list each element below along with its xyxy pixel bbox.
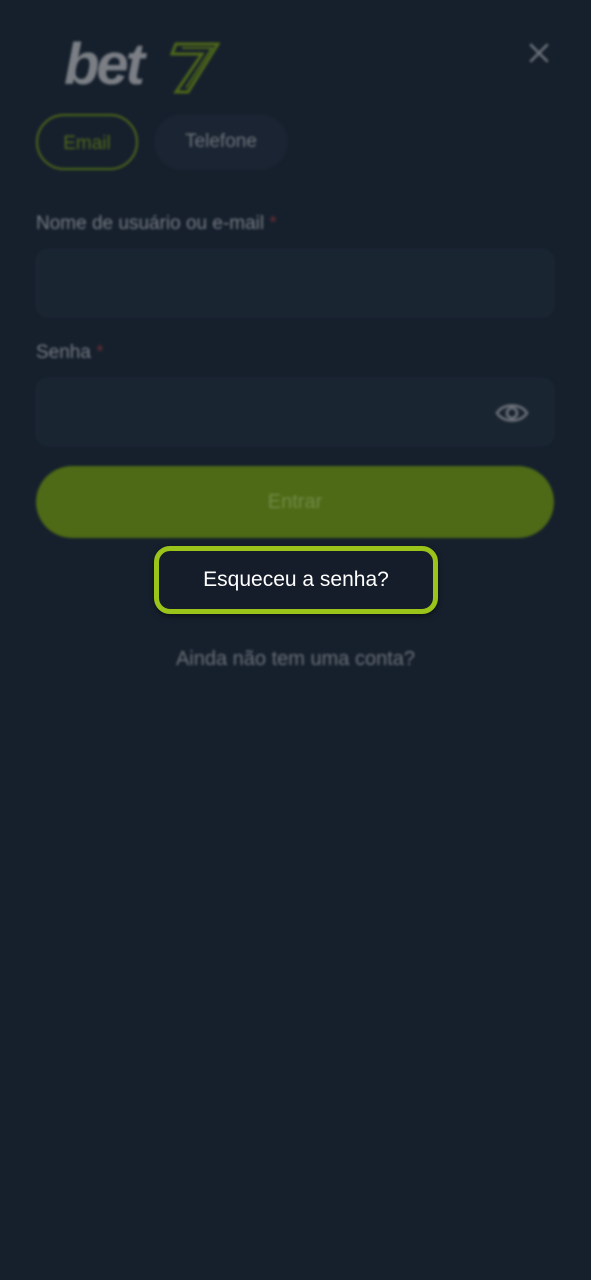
username-label: Nome de usuário ou e-mail *	[36, 213, 277, 235]
password-field-box	[36, 378, 554, 446]
username-input[interactable]	[37, 250, 553, 316]
tab-email[interactable]: Email	[36, 114, 138, 170]
logo-text: bet	[64, 32, 145, 97]
tab-phone[interactable]: Telefone	[154, 114, 288, 170]
close-icon	[529, 43, 549, 63]
eye-icon[interactable]	[495, 399, 529, 427]
password-input[interactable]	[37, 379, 553, 445]
logo-seven-mark	[169, 42, 220, 94]
password-required-mark: *	[96, 342, 104, 363]
username-field-box	[36, 249, 554, 317]
login-page: bet Email Telefone Nome de usuário ou e-…	[0, 0, 591, 1280]
forgot-password-button[interactable]: Esqueceu a senha?	[154, 546, 438, 614]
password-label-text: Senha	[36, 342, 91, 363]
brand-logo: bet	[64, 34, 224, 96]
username-required-mark: *	[269, 213, 277, 234]
password-label: Senha *	[36, 342, 104, 364]
username-label-text: Nome de usuário ou e-mail	[36, 213, 265, 234]
signup-link[interactable]: Ainda não tem uma conta?	[0, 648, 591, 671]
login-button[interactable]: Entrar	[36, 466, 554, 538]
close-button[interactable]	[524, 38, 554, 68]
